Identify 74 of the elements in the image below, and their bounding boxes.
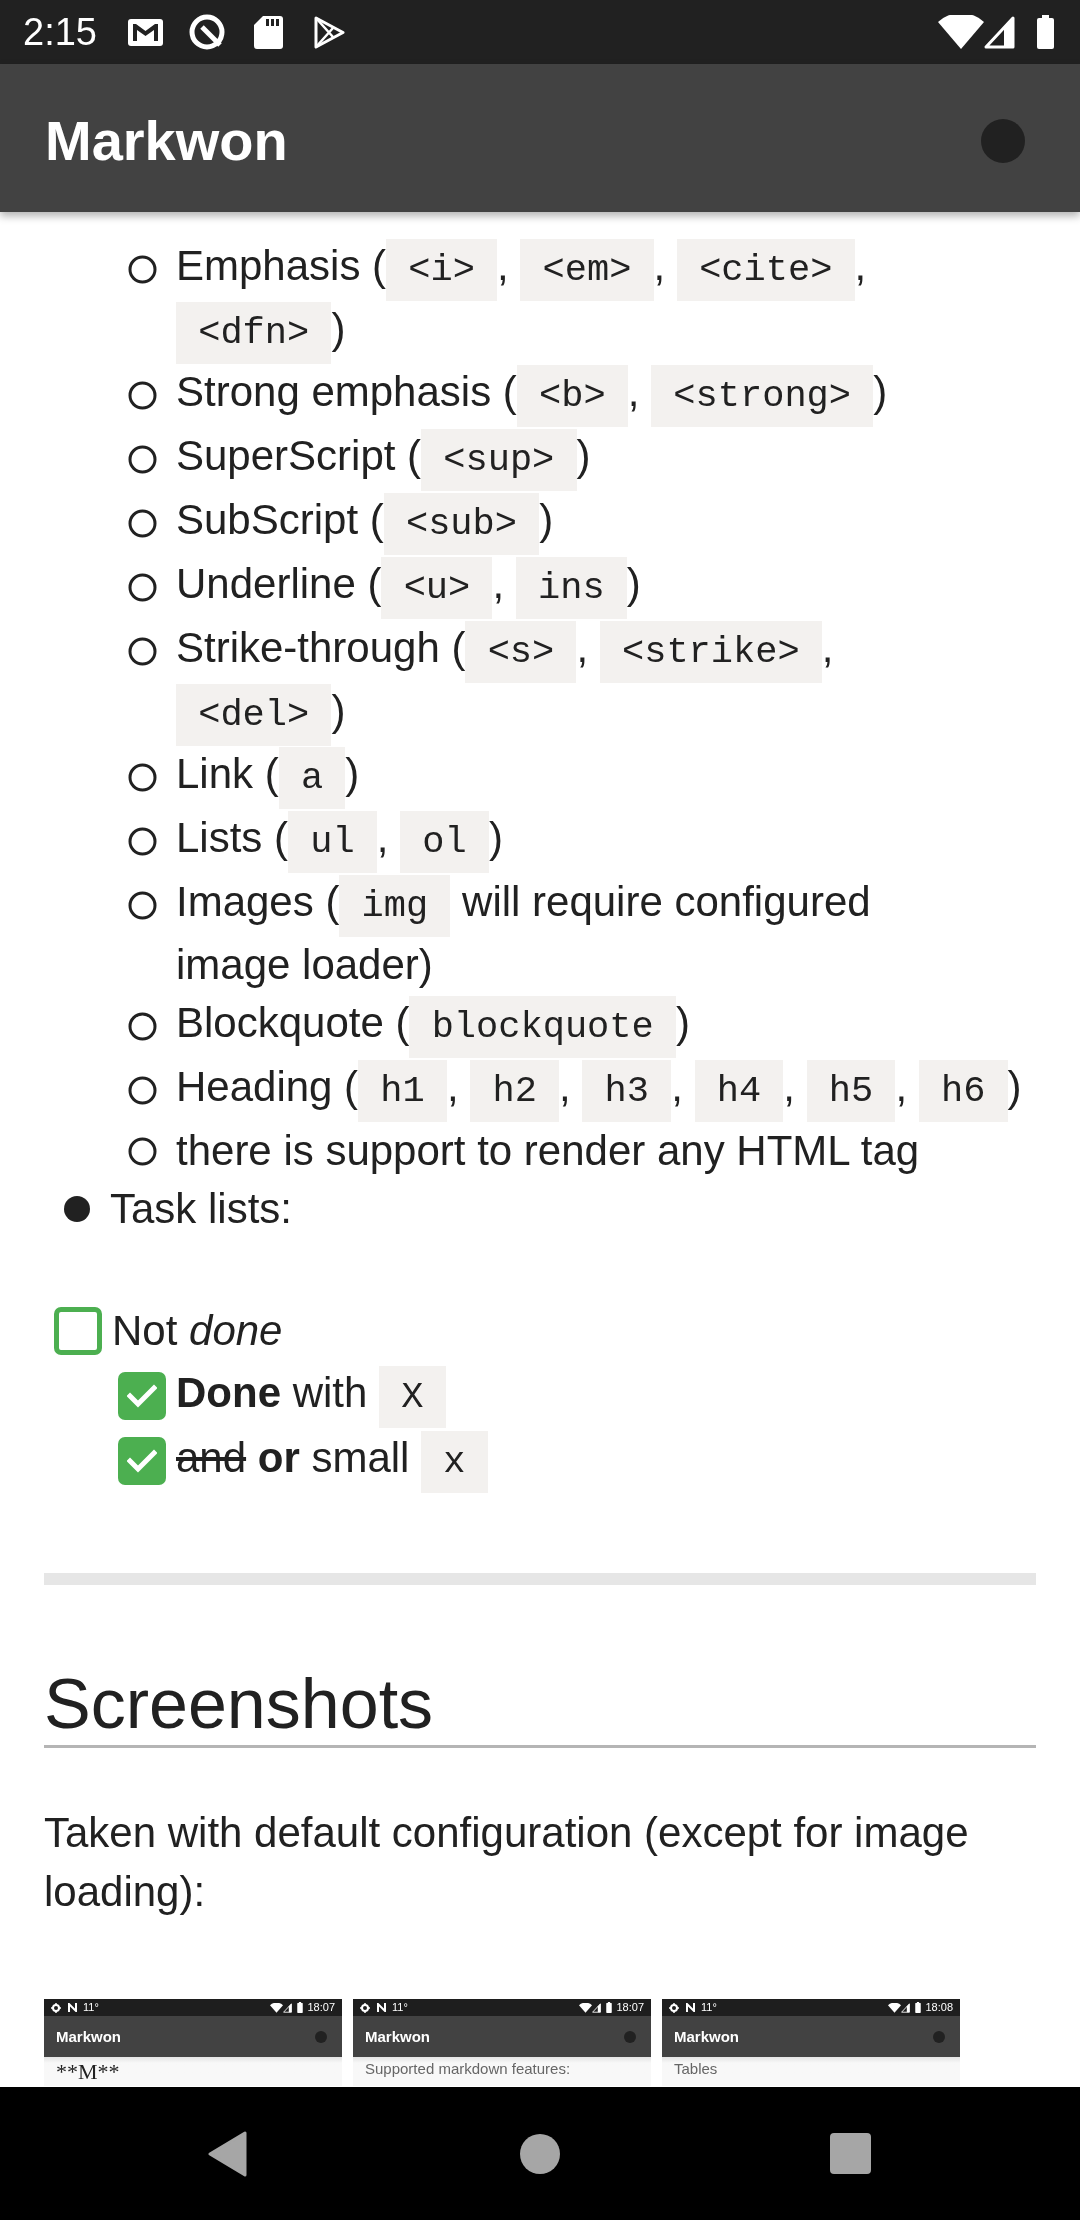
battery-icon bbox=[915, 2002, 922, 2013]
hollow-bullet-icon bbox=[128, 444, 157, 474]
play-triangle-icon bbox=[313, 15, 345, 49]
thumbnail-text: Supported markdown features: bbox=[365, 2059, 571, 2079]
zigzag-icon bbox=[68, 2003, 77, 2012]
hollow-bullet-icon bbox=[128, 1011, 157, 1041]
hollow-bullet-icon bbox=[128, 572, 157, 602]
zigzag-icon bbox=[686, 2003, 695, 2012]
thumbnail-time: 18:07 bbox=[307, 2001, 335, 2014]
wifi-icon bbox=[888, 2002, 902, 2013]
thumbnail-temperature: 11° bbox=[701, 2001, 717, 2014]
thumbnail-heading: **M** bbox=[56, 2059, 120, 2084]
home-icon[interactable] bbox=[520, 2133, 560, 2174]
back-icon[interactable] bbox=[207, 2130, 247, 2177]
hollow-bullet-icon bbox=[128, 254, 157, 284]
hollow-bullet-icon bbox=[128, 380, 157, 410]
hollow-bullet-icon bbox=[128, 762, 157, 792]
task-text: and or small x bbox=[176, 1429, 488, 1492]
hollow-bullet-icon bbox=[128, 508, 157, 538]
ring-icon bbox=[187, 13, 226, 51]
task-text: Not done bbox=[112, 1305, 283, 1356]
thumbnail-time: 18:07 bbox=[616, 2001, 644, 2014]
thumbnail-title: Markwon bbox=[674, 2027, 739, 2046]
list-item-text: Underline ( <u> , ins ) bbox=[176, 555, 641, 618]
task-text: Done with X bbox=[176, 1364, 446, 1427]
bullet-icon bbox=[64, 1196, 90, 1222]
paragraph-text: Taken with default configuration (except for image loading): bbox=[44, 1808, 970, 1917]
hollow-bullet-icon bbox=[128, 1075, 157, 1105]
checkmark-icon bbox=[127, 1448, 157, 1473]
signal-icon bbox=[283, 2002, 293, 2013]
battery-icon bbox=[606, 2002, 613, 2013]
list-item-text: Strike-through ( <s> , <strike> , <del> ) bbox=[176, 619, 834, 745]
status-time: 2:15 bbox=[23, 10, 97, 54]
list-item-text: Heading ( h1 , h2 , h3 , h4 , h5 , h6 ) bbox=[176, 1058, 1022, 1121]
list-item-text: Strong emphasis ( <b> , <strong> ) bbox=[176, 363, 888, 426]
hollow-bullet-icon bbox=[128, 826, 157, 856]
list-item-text: SuperScript ( <sup> ) bbox=[176, 427, 591, 490]
list-item-text: Link ( a ) bbox=[176, 745, 360, 808]
wifi-icon bbox=[938, 15, 984, 49]
list-item-text: SubScript ( <sub> ) bbox=[176, 491, 554, 554]
wifi-icon bbox=[270, 2002, 284, 2013]
thumbnail-title: Markwon bbox=[365, 2027, 430, 2046]
sd-card-icon bbox=[253, 15, 283, 49]
signal-icon bbox=[901, 2002, 911, 2013]
app-title: Markwon bbox=[45, 109, 288, 173]
checkbox[interactable] bbox=[118, 1371, 166, 1420]
list-item-text: Blockquote ( blockquote ) bbox=[176, 994, 690, 1057]
checkbox[interactable] bbox=[118, 1436, 166, 1485]
gear-icon bbox=[669, 2002, 679, 2013]
gear-icon bbox=[51, 2002, 61, 2013]
list-item-text: there is support to render any HTML tag bbox=[176, 1126, 920, 1176]
signal-icon bbox=[984, 15, 1015, 49]
list-item-text: Images ( img will require configured image loader) bbox=[176, 873, 871, 994]
thumbnail-temperature: 11° bbox=[392, 2001, 408, 2014]
list-item-text: Task lists: bbox=[110, 1184, 293, 1234]
hollow-bullet-icon bbox=[128, 890, 157, 920]
wifi-icon bbox=[579, 2002, 593, 2013]
list-item-text: Lists ( ul , ol ) bbox=[176, 809, 503, 872]
section-heading: Screenshots bbox=[44, 1663, 1036, 1748]
zigzag-icon bbox=[377, 2003, 386, 2012]
hollow-bullet-icon bbox=[128, 636, 157, 666]
hollow-bullet-icon bbox=[128, 1136, 157, 1166]
mail-icon bbox=[127, 18, 163, 46]
thumbnail-title: Markwon bbox=[56, 2027, 121, 2046]
thumbnail-text: Tables bbox=[674, 2059, 718, 2079]
battery-icon bbox=[297, 2002, 304, 2013]
list-item-text: Emphasis ( <i> , <em> , <cite> , <dfn> ) bbox=[176, 237, 867, 363]
thumbnail-temperature: 11° bbox=[83, 2001, 99, 2014]
checkmark-icon bbox=[127, 1383, 157, 1408]
signal-icon bbox=[592, 2002, 602, 2013]
gear-icon bbox=[360, 2002, 370, 2013]
battery-icon bbox=[1037, 15, 1054, 49]
thumbnail-time: 18:08 bbox=[925, 2001, 953, 2014]
checkbox[interactable] bbox=[54, 1306, 102, 1355]
